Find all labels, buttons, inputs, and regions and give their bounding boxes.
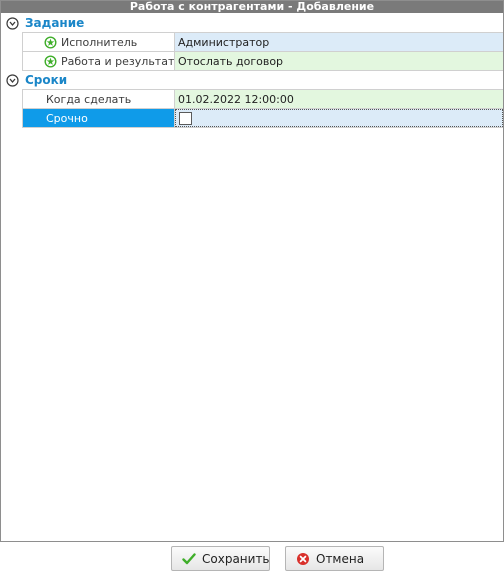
when-value[interactable]: 01.02.2022 12:00:00 [175, 90, 503, 108]
cancel-icon [297, 552, 309, 565]
required-star-icon [44, 55, 57, 67]
field-row-executor[interactable]: Исполнитель Администратор [22, 33, 503, 52]
field-label: Когда сделать [46, 92, 132, 106]
field-label: Работа и результат [61, 54, 175, 68]
field-label-cell: Работа и результат [23, 52, 175, 70]
cancel-button-label: Отмена [316, 551, 365, 566]
field-row-urgent[interactable]: Срочно [22, 109, 503, 128]
group-deadlines: Сроки Когда сделать 01.02.2022 12:00:00 … [1, 71, 503, 128]
field-row-when[interactable]: Когда сделать 01.02.2022 12:00:00 [22, 90, 503, 109]
work-result-value[interactable]: Отослать договор [175, 52, 503, 70]
property-grid: Задание Исполнитель Администратор Работа… [1, 14, 503, 128]
group-task: Задание Исполнитель Администратор Работа… [1, 14, 503, 71]
field-label-cell: Срочно [23, 109, 175, 127]
executor-value[interactable]: Администратор [175, 33, 503, 51]
group-header-deadlines[interactable]: Сроки [1, 71, 503, 89]
window-title: Работа с контрагентами - Добавление [1, 1, 503, 13]
cancel-button[interactable]: Отмена [285, 546, 384, 571]
urgent-checkbox[interactable] [179, 111, 192, 125]
field-label: Исполнитель [61, 35, 138, 49]
save-button-label: Сохранить [202, 551, 270, 566]
field-row-work-result[interactable]: Работа и результат Отослать договор [22, 52, 503, 71]
check-icon [182, 552, 196, 564]
group-title: Сроки [25, 73, 68, 87]
group-header-task[interactable]: Задание [1, 14, 503, 32]
field-label: Срочно [46, 111, 88, 125]
field-label-cell: Исполнитель [23, 33, 175, 51]
collapse-circle-icon[interactable] [6, 16, 19, 30]
urgent-value-cell[interactable] [175, 109, 503, 127]
dialog-window: Работа с контрагентами - Добавление Зада… [0, 0, 504, 542]
group-title: Задание [25, 16, 85, 30]
field-label-cell: Когда сделать [23, 90, 175, 108]
collapse-circle-icon[interactable] [6, 73, 19, 87]
save-button[interactable]: Сохранить [171, 546, 270, 571]
required-star-icon [44, 36, 57, 48]
dialog-footer: Сохранить Отмена [0, 542, 504, 576]
